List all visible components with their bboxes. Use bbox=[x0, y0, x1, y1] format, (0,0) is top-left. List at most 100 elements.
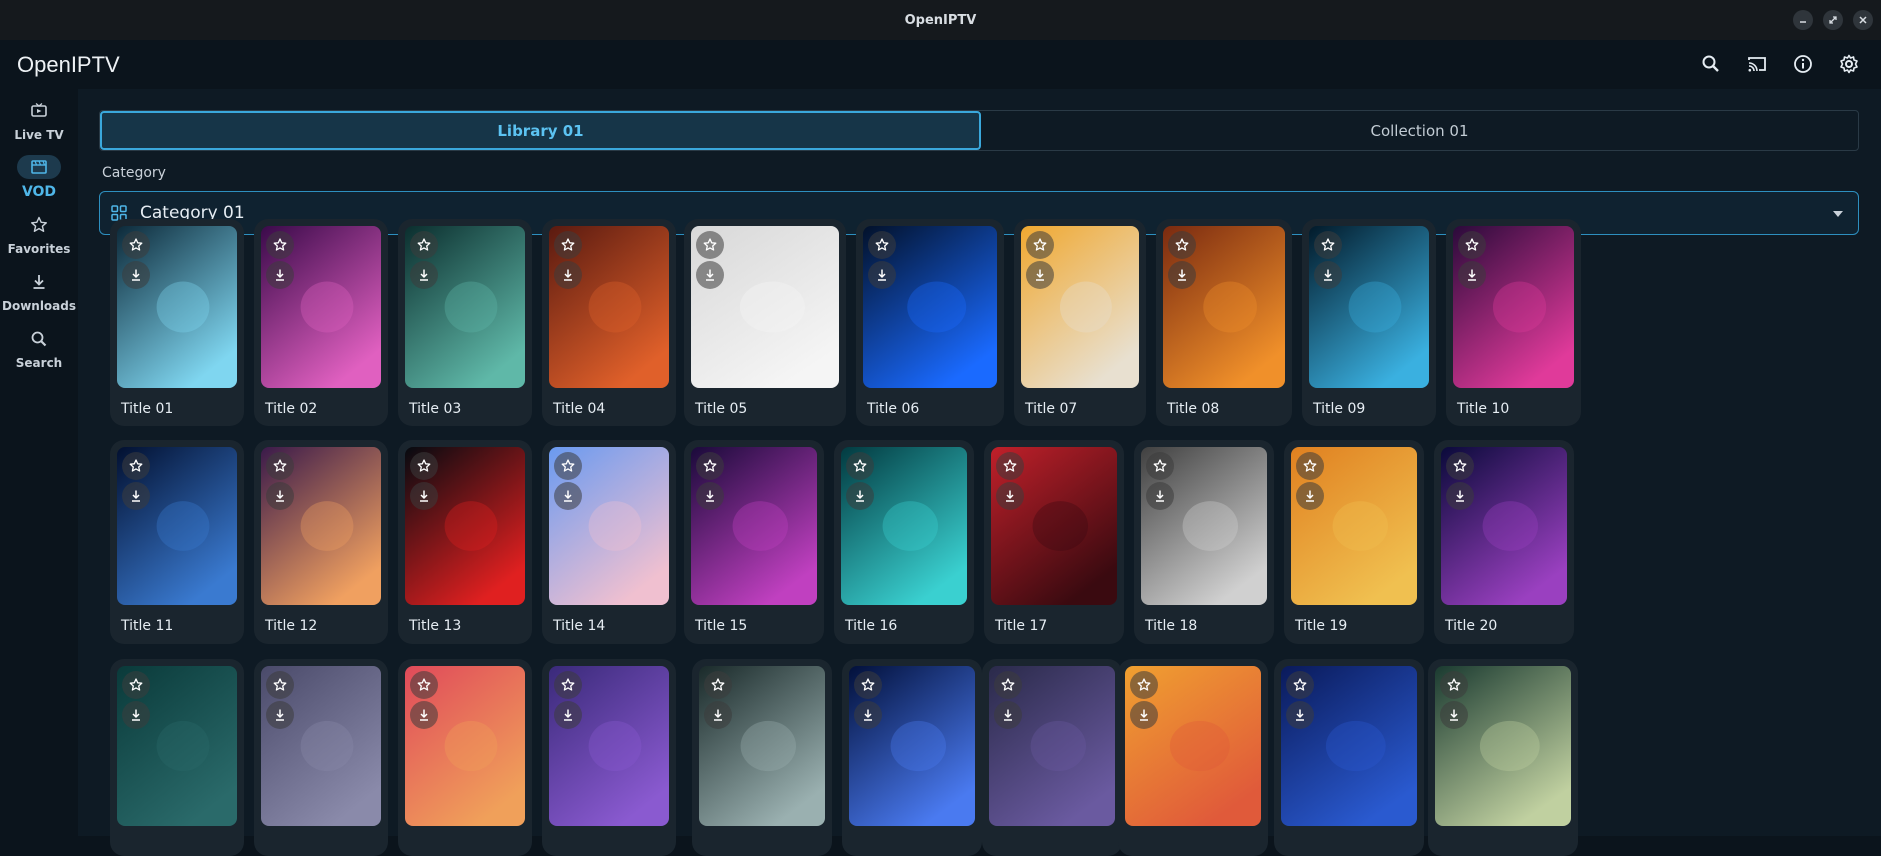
favorite-button[interactable] bbox=[1440, 671, 1468, 699]
vod-card[interactable]: Title 14 bbox=[542, 440, 676, 644]
settings-button[interactable] bbox=[1837, 52, 1861, 76]
favorite-button[interactable] bbox=[122, 452, 150, 480]
vod-card[interactable]: Title 03 bbox=[398, 219, 532, 426]
download-button[interactable] bbox=[554, 701, 582, 729]
download-button[interactable] bbox=[1296, 482, 1324, 510]
favorite-button[interactable] bbox=[410, 452, 438, 480]
download-button[interactable] bbox=[1146, 482, 1174, 510]
download-button[interactable] bbox=[554, 482, 582, 510]
favorite-button[interactable] bbox=[122, 231, 150, 259]
vod-card[interactable]: Title 12 bbox=[254, 440, 388, 644]
favorite-button[interactable] bbox=[868, 231, 896, 259]
vod-card[interactable]: Title 06 bbox=[856, 219, 1004, 426]
download-button[interactable] bbox=[266, 261, 294, 289]
download-button[interactable] bbox=[696, 482, 724, 510]
download-button[interactable] bbox=[996, 482, 1024, 510]
download-button[interactable] bbox=[266, 482, 294, 510]
favorite-button[interactable] bbox=[122, 671, 150, 699]
download-button[interactable] bbox=[410, 701, 438, 729]
tab-library-01[interactable]: Library 01 bbox=[100, 111, 981, 150]
vod-card[interactable]: Title 17 bbox=[984, 440, 1124, 644]
download-button[interactable] bbox=[1286, 701, 1314, 729]
vod-card[interactable] bbox=[254, 659, 388, 856]
favorite-button[interactable] bbox=[266, 671, 294, 699]
download-button[interactable] bbox=[122, 701, 150, 729]
favorite-button[interactable] bbox=[1026, 231, 1054, 259]
favorite-button[interactable] bbox=[994, 671, 1022, 699]
vod-card[interactable]: Title 09 bbox=[1302, 219, 1436, 426]
favorite-button[interactable] bbox=[410, 671, 438, 699]
favorite-button[interactable] bbox=[1458, 231, 1486, 259]
vod-card[interactable] bbox=[982, 659, 1122, 856]
download-button[interactable] bbox=[1458, 261, 1486, 289]
sidebar-item-downloads[interactable]: Downloads bbox=[0, 270, 78, 322]
vod-card[interactable]: Title 05 bbox=[684, 219, 846, 426]
vod-card[interactable]: Title 19 bbox=[1284, 440, 1424, 644]
close-button[interactable] bbox=[1853, 10, 1873, 30]
download-button[interactable] bbox=[122, 261, 150, 289]
vod-card[interactable] bbox=[842, 659, 982, 856]
sidebar-item-search[interactable]: Search bbox=[0, 327, 78, 379]
favorite-button[interactable] bbox=[410, 231, 438, 259]
favorite-button[interactable] bbox=[1314, 231, 1342, 259]
tab-collection-01[interactable]: Collection 01 bbox=[981, 111, 1858, 150]
favorite-button[interactable] bbox=[1446, 452, 1474, 480]
download-button[interactable] bbox=[854, 701, 882, 729]
download-button[interactable] bbox=[1026, 261, 1054, 289]
minimize-button[interactable] bbox=[1793, 10, 1813, 30]
download-button[interactable] bbox=[868, 261, 896, 289]
vod-card[interactable]: Title 07 bbox=[1014, 219, 1146, 426]
vod-card[interactable] bbox=[398, 659, 532, 856]
vod-card[interactable] bbox=[110, 659, 244, 856]
favorite-button[interactable] bbox=[704, 671, 732, 699]
vod-card[interactable] bbox=[1118, 659, 1268, 856]
download-button[interactable] bbox=[1314, 261, 1342, 289]
vod-card[interactable]: Title 20 bbox=[1434, 440, 1574, 644]
vod-card[interactable] bbox=[542, 659, 676, 856]
favorite-button[interactable] bbox=[854, 671, 882, 699]
download-button[interactable] bbox=[122, 482, 150, 510]
download-button[interactable] bbox=[846, 482, 874, 510]
sidebar-item-vod[interactable]: VOD bbox=[0, 155, 78, 207]
favorite-button[interactable] bbox=[1130, 671, 1158, 699]
download-button[interactable] bbox=[266, 701, 294, 729]
vod-card[interactable]: Title 04 bbox=[542, 219, 676, 426]
favorite-button[interactable] bbox=[554, 231, 582, 259]
download-button[interactable] bbox=[1446, 482, 1474, 510]
vod-card[interactable] bbox=[692, 659, 832, 856]
download-button[interactable] bbox=[554, 261, 582, 289]
search-button[interactable] bbox=[1699, 52, 1723, 76]
favorite-button[interactable] bbox=[696, 452, 724, 480]
favorite-button[interactable] bbox=[846, 452, 874, 480]
vod-card[interactable]: Title 08 bbox=[1156, 219, 1292, 426]
vod-card[interactable]: Title 01 bbox=[110, 219, 244, 426]
vod-card[interactable]: Title 11 bbox=[110, 440, 244, 644]
favorite-button[interactable] bbox=[1146, 452, 1174, 480]
favorite-button[interactable] bbox=[554, 671, 582, 699]
info-button[interactable] bbox=[1791, 52, 1815, 76]
favorite-button[interactable] bbox=[1168, 231, 1196, 259]
sidebar-item-live-tv[interactable]: Live TV bbox=[0, 99, 78, 151]
download-button[interactable] bbox=[994, 701, 1022, 729]
download-button[interactable] bbox=[704, 701, 732, 729]
download-button[interactable] bbox=[1130, 701, 1158, 729]
favorite-button[interactable] bbox=[266, 452, 294, 480]
favorite-button[interactable] bbox=[554, 452, 582, 480]
download-button[interactable] bbox=[1168, 261, 1196, 289]
vod-card[interactable]: Title 10 bbox=[1446, 219, 1581, 426]
vod-card[interactable] bbox=[1428, 659, 1578, 856]
maximize-button[interactable] bbox=[1823, 10, 1843, 30]
favorite-button[interactable] bbox=[996, 452, 1024, 480]
vod-card[interactable]: Title 18 bbox=[1134, 440, 1274, 644]
cast-button[interactable] bbox=[1745, 52, 1769, 76]
vod-card[interactable]: Title 02 bbox=[254, 219, 388, 426]
vod-card[interactable]: Title 16 bbox=[834, 440, 974, 644]
vod-card[interactable]: Title 15 bbox=[684, 440, 824, 644]
favorite-button[interactable] bbox=[1286, 671, 1314, 699]
download-button[interactable] bbox=[410, 482, 438, 510]
download-button[interactable] bbox=[1440, 701, 1468, 729]
favorite-button[interactable] bbox=[1296, 452, 1324, 480]
favorite-button[interactable] bbox=[266, 231, 294, 259]
favorite-button[interactable] bbox=[696, 231, 724, 259]
download-button[interactable] bbox=[696, 261, 724, 289]
